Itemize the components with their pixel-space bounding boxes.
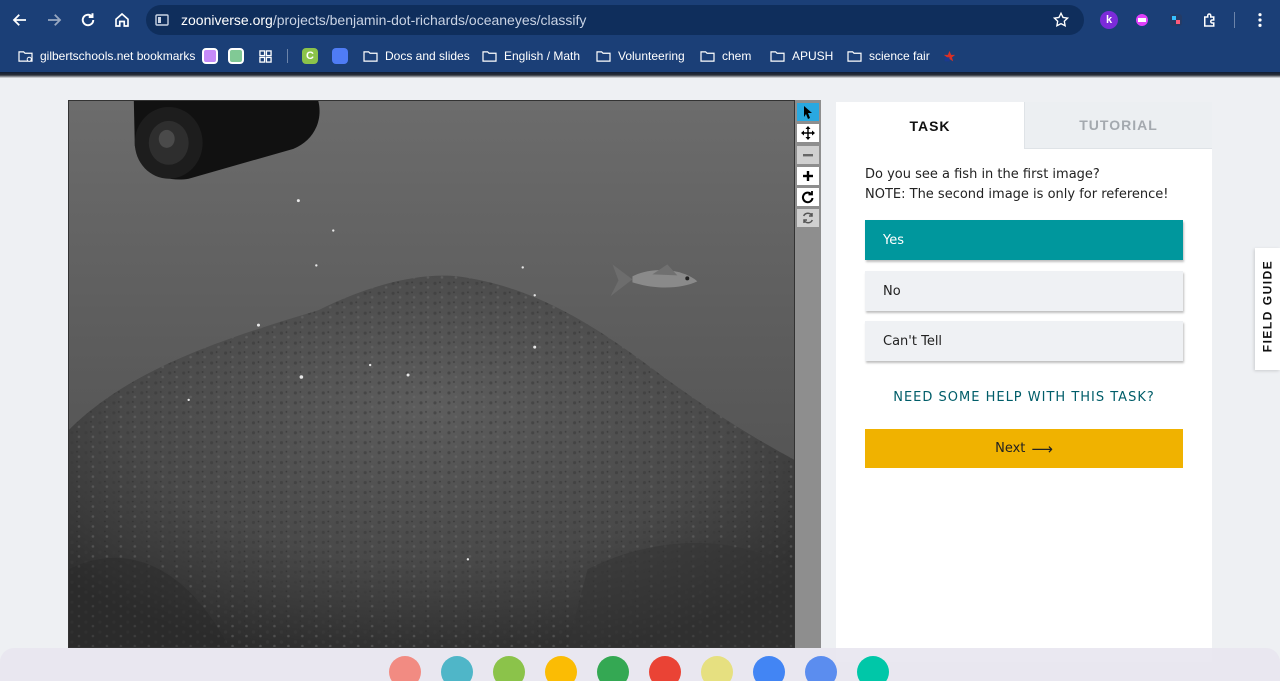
- classroom-app-icon[interactable]: [441, 656, 473, 681]
- browser-toolbar: zooniverse.org/projects/benjamin-dot-ric…: [0, 0, 1280, 40]
- bookmark-purple-app-icon[interactable]: [202, 48, 218, 64]
- toolbar-divider: [1234, 12, 1235, 28]
- folder-icon: [482, 50, 497, 62]
- bookmark-apps-grid[interactable]: [258, 47, 280, 65]
- pointer-tool-icon[interactable]: [797, 103, 819, 121]
- field-guide-label: FIELD GUIDE: [1260, 259, 1275, 353]
- arrow-right-icon: ⟶: [1031, 439, 1053, 458]
- task-panel: TASK TUTORIAL Do you see a fish in the f…: [836, 102, 1212, 662]
- bookmark-label: English / Math: [504, 49, 581, 63]
- forward-arrow-icon[interactable]: [42, 8, 66, 32]
- answer-cant-tell-button[interactable]: Can't Tell: [865, 321, 1183, 361]
- bookmark-blue-app-icon[interactable]: [332, 48, 348, 64]
- tab-task[interactable]: TASK: [836, 102, 1024, 149]
- bookmark-gilbertschools[interactable]: gilbertschools.net bookmarks: [18, 47, 195, 65]
- managed-folder-icon: [18, 50, 33, 62]
- tab-tutorial[interactable]: TUTORIAL: [1024, 102, 1212, 149]
- answer-yes-button[interactable]: Yes: [865, 220, 1183, 260]
- star-flag-icon: [943, 50, 956, 61]
- bookmark-star-icon[interactable]: [1052, 11, 1070, 29]
- folder-icon: [363, 50, 378, 62]
- question-line-2: NOTE: The second image is only for refer…: [865, 187, 1169, 202]
- bookmark-docs-and-slides[interactable]: Docs and slides: [363, 47, 470, 65]
- url-text: zooniverse.org/projects/benjamin-dot-ric…: [181, 12, 586, 28]
- bookmark-divider: [287, 49, 288, 63]
- gmail-app-icon[interactable]: [649, 656, 681, 681]
- bookmark-volunteering[interactable]: Volunteering: [596, 47, 685, 65]
- url-host: zooniverse.org: [181, 12, 273, 28]
- kami-extension-letter: k: [1105, 14, 1113, 26]
- bookmark-chem[interactable]: chem: [700, 47, 751, 65]
- next-label: Next: [995, 441, 1026, 456]
- extensions-puzzle-icon[interactable]: [1201, 11, 1219, 29]
- bookmark-label: Volunteering: [618, 49, 685, 63]
- home-icon[interactable]: [110, 8, 134, 32]
- folder-icon: [700, 50, 715, 62]
- folder-icon: [847, 50, 862, 62]
- toolbar-shadow: [0, 72, 1280, 78]
- subject-image-viewer[interactable]: [68, 100, 795, 648]
- chrome-app-icon[interactable]: [753, 656, 785, 681]
- kami-extension-icon[interactable]: k: [1100, 11, 1118, 29]
- back-arrow-icon[interactable]: [8, 8, 32, 32]
- bookmarks-bar: gilbertschools.net bookmarks C Docs and …: [0, 40, 1280, 72]
- answer-no-button[interactable]: No: [865, 271, 1183, 311]
- underwater-fish-photo: [69, 101, 794, 647]
- bookmark-label: chem: [722, 49, 752, 63]
- address-bar[interactable]: zooniverse.org/projects/benjamin-dot-ric…: [146, 5, 1084, 35]
- bookmark-label: science fair: [869, 49, 930, 63]
- zoom-in-icon[interactable]: [797, 167, 819, 185]
- bookmark-apush[interactable]: APUSH: [770, 47, 833, 65]
- bookmark-c-app-icon[interactable]: C: [302, 48, 318, 64]
- bookmark-label: gilbertschools.net bookmarks: [40, 49, 196, 63]
- help-link[interactable]: NEED SOME HELP WITH THIS TASK?: [865, 390, 1183, 405]
- files-app-icon[interactable]: [493, 656, 525, 681]
- url-path: /projects/benjamin-dot-richards/oceaneye…: [272, 12, 587, 28]
- pan-move-icon[interactable]: [797, 124, 819, 142]
- reset-view-icon[interactable]: [797, 209, 819, 227]
- canvas-app-icon[interactable]: [389, 656, 421, 681]
- keep-app-icon[interactable]: [545, 656, 577, 681]
- apps-grid-icon: [259, 49, 272, 63]
- more-menu-icon[interactable]: [1251, 11, 1269, 29]
- screencast-extension-icon[interactable]: [1133, 11, 1151, 29]
- folder-icon: [770, 50, 785, 62]
- play-store-app-icon[interactable]: [857, 656, 889, 681]
- rotate-icon[interactable]: [797, 188, 819, 206]
- folder-icon: [596, 50, 611, 62]
- bookmark-label: Docs and slides: [385, 49, 470, 63]
- os-shelf: [0, 648, 1280, 681]
- question-line-1: Do you see a fish in the first image?: [865, 167, 1100, 182]
- field-guide-tab[interactable]: FIELD GUIDE: [1255, 248, 1280, 370]
- task-question: Do you see a fish in the first image? NO…: [865, 165, 1195, 205]
- bookmark-green-app-icon[interactable]: [228, 48, 244, 64]
- notes-app-icon[interactable]: [701, 656, 733, 681]
- bookmark-english-math[interactable]: English / Math: [482, 47, 580, 65]
- drive-app-icon[interactable]: [597, 656, 629, 681]
- zoom-out-icon[interactable]: [797, 146, 819, 164]
- image-tools-bar: [795, 100, 821, 648]
- reload-icon[interactable]: [76, 8, 100, 32]
- bookmark-label: APUSH: [792, 49, 834, 63]
- bookmark-star-flag[interactable]: [942, 47, 964, 65]
- site-info-icon[interactable]: [155, 13, 169, 27]
- bookmark-science-fair[interactable]: science fair: [847, 47, 930, 65]
- docs-app-icon[interactable]: [805, 656, 837, 681]
- next-button[interactable]: Next ⟶: [865, 429, 1183, 468]
- extension-puzzle-colored-icon[interactable]: [1167, 11, 1185, 29]
- bookmark-c-letter: C: [306, 50, 314, 62]
